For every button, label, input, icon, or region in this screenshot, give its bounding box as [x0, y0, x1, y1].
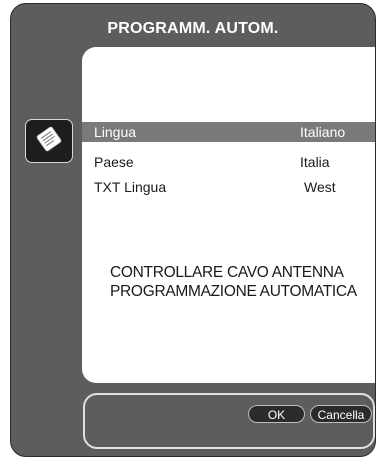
button-bar: OK Cancella: [83, 393, 375, 449]
setting-value: Italia: [300, 154, 330, 170]
status-message: CONTROLLARE CAVO ANTENNA PROGRAMMAZIONE …: [110, 263, 357, 301]
setting-label: TXT Lingua: [94, 179, 167, 195]
setting-label: Lingua: [94, 124, 137, 140]
dialog-title: PROGRAMM. AUTOM.: [107, 20, 279, 37]
ok-button[interactable]: OK: [248, 405, 305, 423]
document-icon: [34, 124, 64, 159]
setting-value: West: [304, 179, 336, 195]
setting-label: Paese: [94, 154, 134, 170]
setting-value: Italiano: [300, 124, 346, 140]
setting-row-txt-lingua[interactable]: TXT Lingua West: [82, 177, 375, 197]
message-line-1: CONTROLLARE CAVO ANTENNA: [110, 264, 344, 281]
settings-panel: Lingua Italiano Paese Italia TXT Lingua …: [82, 47, 375, 383]
menu-icon-box: [25, 119, 73, 163]
setting-row-paese[interactable]: Paese Italia: [82, 152, 375, 172]
message-line-2: PROGRAMMAZIONE AUTOMATICA: [110, 283, 357, 300]
setting-row-lingua[interactable]: Lingua Italiano: [82, 122, 375, 142]
cancel-button[interactable]: Cancella: [310, 405, 372, 423]
auto-program-dialog: PROGRAMM. AUTOM. Lingua Italiano Paese I…: [10, 3, 376, 457]
